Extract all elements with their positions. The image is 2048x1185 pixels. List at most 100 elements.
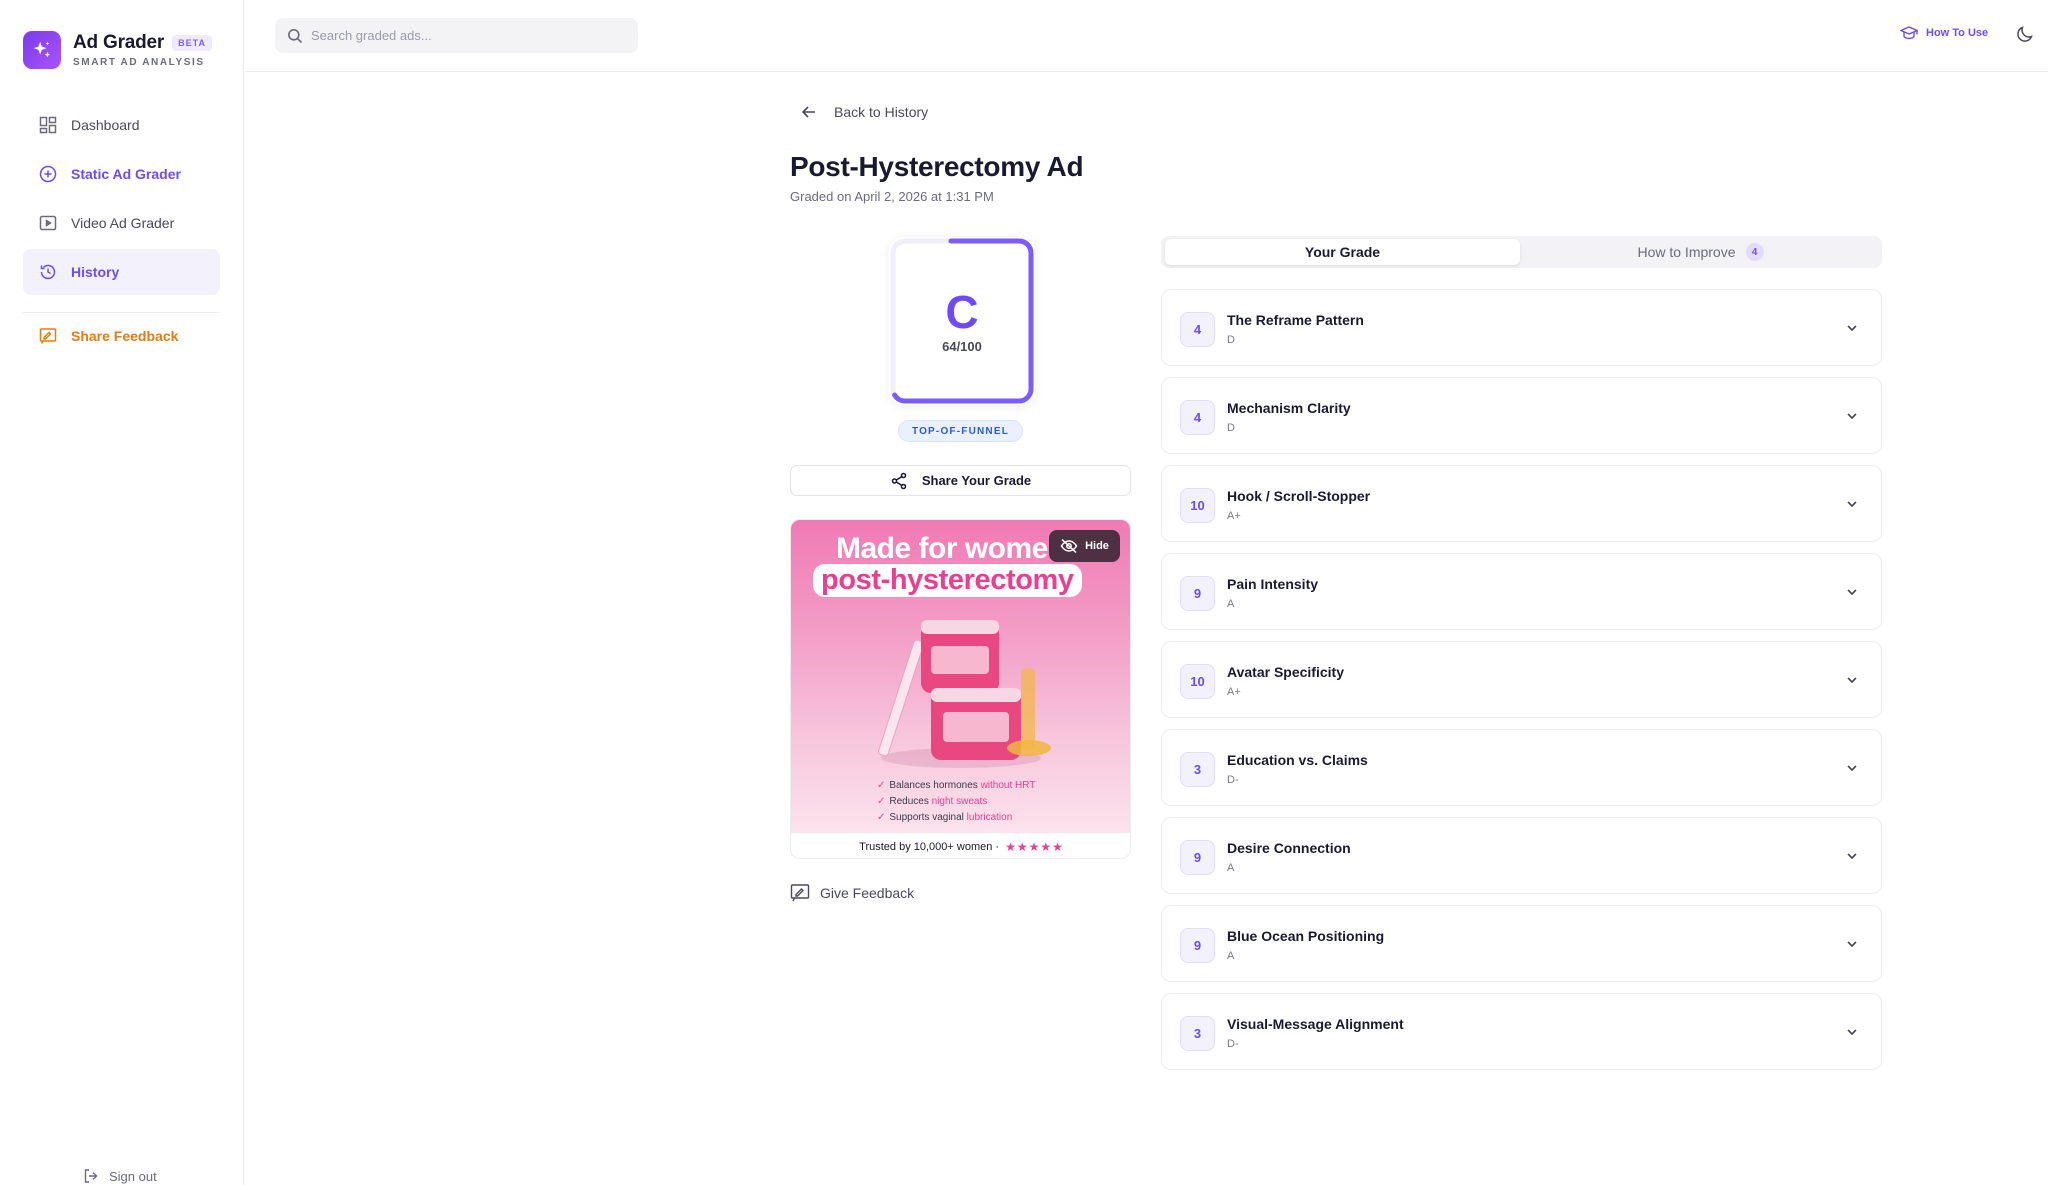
criterion-row[interactable]: 9 Blue Ocean Positioning A <box>1161 905 1882 982</box>
how-to-use-label: How To Use <box>1926 27 1989 39</box>
criterion-score: 3 <box>1180 1016 1215 1051</box>
brand-name: Ad Grader <box>73 32 165 53</box>
chevron-down-icon[interactable] <box>1844 936 1860 952</box>
history-icon <box>40 264 56 280</box>
back-to-history-link[interactable]: Back to History <box>800 103 928 121</box>
criterion-score: 10 <box>1180 664 1215 699</box>
criterion-letter: D <box>1227 422 1235 434</box>
check-icon: ✓ <box>877 780 886 791</box>
criterion-name: Blue Ocean Positioning <box>1227 928 1385 944</box>
criterion-letter: A <box>1227 598 1235 610</box>
chevron-down-icon[interactable] <box>1844 584 1860 600</box>
hide-label: Hide <box>1085 540 1109 552</box>
tab-your-grade[interactable]: Your Grade <box>1165 239 1520 265</box>
ad-preview-card: Made for wome post-hysterectomy ✓ Balance… <box>790 519 1131 859</box>
moon-icon <box>2017 26 2033 42</box>
share-grade-button[interactable]: Share Your Grade <box>790 465 1131 496</box>
sign-out-button[interactable]: Sign out <box>83 1168 157 1184</box>
page-title: Post-Hysterectomy Ad <box>790 151 1084 182</box>
sidebar-item-video-ad-grader[interactable]: Video Ad Grader <box>23 200 220 246</box>
topbar: How To Use <box>245 0 2048 72</box>
chevron-down-icon[interactable] <box>1844 760 1860 776</box>
chevron-down-icon[interactable] <box>1844 320 1860 336</box>
tab-label: Your Grade <box>1304 244 1381 260</box>
criterion-row[interactable]: 9 Pain Intensity A <box>1161 553 1882 630</box>
feedback-icon <box>39 328 57 344</box>
ad-benefit-list: ✓ Balances hormones without HRT ✓ Reduces … <box>877 778 1035 826</box>
share-icon <box>891 472 907 489</box>
criterion-score: 4 <box>1180 312 1215 347</box>
eye-off-icon <box>1060 538 1078 554</box>
feedback-icon <box>790 884 810 902</box>
ad-benefit-item: ✓ Reduces night sweats <box>877 796 988 807</box>
search-bar[interactable] <box>275 18 638 53</box>
criterion-score: 9 <box>1180 576 1215 611</box>
improve-count-badge: 4 <box>1745 243 1764 261</box>
grade-score: 64/100 <box>942 339 982 354</box>
dark-mode-toggle[interactable] <box>2015 24 2035 49</box>
criterion-score: 9 <box>1180 840 1215 875</box>
criterion-row[interactable]: 10 Avatar Specificity A+ <box>1161 641 1882 718</box>
ad-benefit-item: ✓ Balances hormones without HRT <box>877 780 1036 791</box>
play-square-icon <box>39 215 57 231</box>
how-to-use-link[interactable]: How To Use <box>1900 25 1988 41</box>
criterion-row[interactable]: 4 Mechanism Clarity D <box>1161 377 1882 454</box>
criterion-row[interactable]: 3 Education vs. Claims D- <box>1161 729 1882 806</box>
criterion-row[interactable]: 10 Hook / Scroll-Stopper A+ <box>1161 465 1882 542</box>
give-feedback-label: Give Feedback <box>820 885 915 901</box>
tab-how-to-improve[interactable]: How to Improve 4 <box>1523 239 1878 265</box>
sidebar-item-label: Static Ad Grader <box>71 166 181 182</box>
ad-preview-image: Made for wome post-hysterectomy ✓ Balance… <box>791 520 1130 833</box>
criterion-name: Avatar Specificity <box>1227 664 1344 680</box>
logout-icon <box>84 1169 98 1183</box>
beta-badge: BETA <box>172 35 212 51</box>
ad-headline: Made for wome <box>836 532 1048 565</box>
ad-footer: Trusted by 10,000+ women · ★★★★★ <box>791 833 1130 858</box>
criterion-row[interactable]: 3 Visual-Message Alignment D- <box>1161 993 1882 1070</box>
hide-ad-button[interactable]: Hide <box>1049 530 1120 562</box>
criterion-name: The Reframe Pattern <box>1227 312 1364 328</box>
chevron-down-icon[interactable] <box>1844 408 1860 424</box>
share-label: Share Your Grade <box>921 473 1032 488</box>
criterion-letter: A+ <box>1227 510 1241 522</box>
criterion-row[interactable]: 4 The Reframe Pattern D <box>1161 289 1882 366</box>
check-icon: ✓ <box>877 796 886 807</box>
grid-icon <box>39 116 57 134</box>
sidebar-item-dashboard[interactable]: Dashboard <box>23 102 220 148</box>
sidebar-item-history[interactable]: History <box>23 249 220 295</box>
funnel-stage-badge: TOP-OF-FUNNEL <box>898 420 1023 442</box>
graduation-cap-icon <box>1900 26 1918 40</box>
arrow-left-icon <box>801 106 815 118</box>
sidebar-nav: Dashboard Static Ad Grader Video Ad Grad… <box>23 102 220 298</box>
ad-benefit-item: ✓ Supports vaginal lubrication <box>877 812 1013 823</box>
criterion-score: 4 <box>1180 400 1215 435</box>
criterion-letter: D <box>1227 334 1235 346</box>
star-rating: ★★★★★ <box>1005 839 1064 854</box>
sidebar-item-static-ad-grader[interactable]: Static Ad Grader <box>23 151 220 197</box>
criterion-letter: D- <box>1227 1038 1239 1050</box>
criterion-letter: A+ <box>1227 686 1241 698</box>
criterion-letter: D- <box>1227 774 1239 786</box>
product-jars-illustration <box>877 620 1051 768</box>
chevron-down-icon[interactable] <box>1844 1024 1860 1040</box>
give-feedback-link[interactable]: Give Feedback <box>790 883 914 903</box>
criterion-letter: A <box>1227 950 1235 962</box>
chevron-down-icon[interactable] <box>1844 496 1860 512</box>
chevron-down-icon[interactable] <box>1844 672 1860 688</box>
brand[interactable]: Ad Grader BETA SMART AD ANALYSIS <box>23 31 212 69</box>
check-icon: ✓ <box>877 812 886 823</box>
criterion-name: Desire Connection <box>1227 840 1351 856</box>
criterion-name: Hook / Scroll-Stopper <box>1227 488 1371 504</box>
criterion-name: Mechanism Clarity <box>1227 400 1351 416</box>
search-input[interactable] <box>311 28 611 43</box>
criterion-row[interactable]: 9 Desire Connection A <box>1161 817 1882 894</box>
ad-footer-text: Trusted by 10,000+ women · <box>859 840 1000 853</box>
criterion-name: Education vs. Claims <box>1227 752 1368 768</box>
chevron-down-icon[interactable] <box>1844 848 1860 864</box>
sign-out-label: Sign out <box>109 1168 157 1184</box>
share-feedback-button[interactable]: Share Feedback <box>23 313 220 359</box>
share-feedback-label: Share Feedback <box>71 328 179 344</box>
criteria-list: 4 The Reframe Pattern D 4 Mechanism Clar… <box>1161 289 1882 1081</box>
sidebar-item-label: History <box>71 264 120 280</box>
sidebar: Ad Grader BETA SMART AD ANALYSIS Dashboa… <box>0 0 244 1185</box>
